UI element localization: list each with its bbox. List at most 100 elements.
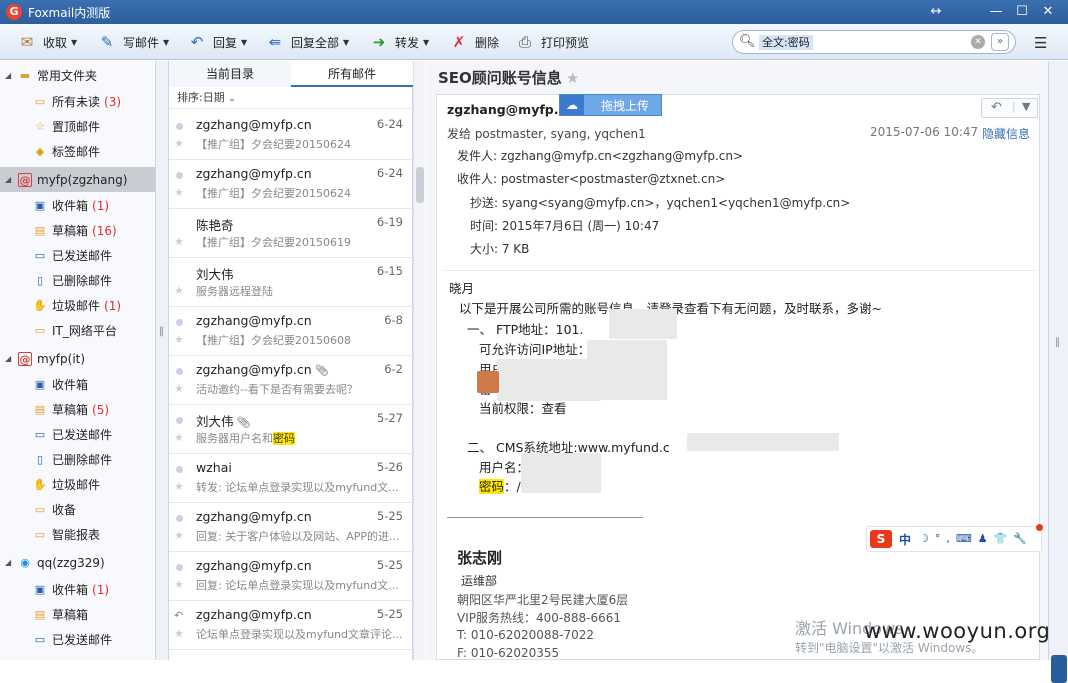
forward-button[interactable]: ➜ 转发 ▼ (368, 30, 429, 54)
star-icon[interactable]: ★ (566, 69, 579, 87)
sidebar-account-zgzhang[interactable]: ◢ @ myfp(zgzhang) (0, 167, 155, 192)
chevron-down-icon[interactable]: ▼ (163, 38, 169, 47)
list-item[interactable]: ★ 刘大伟 📎︎ 5-27 服务器用户名和密码 (169, 405, 413, 454)
list-item[interactable]: ★ zgzhang@myfp.cn 📎︎ 6-2 活动邀约--看下是否有需要去呢？ (169, 356, 413, 405)
sidebar-item-backup[interactable]: ▭ 收备 (0, 497, 155, 522)
printer-icon: ⎙ (518, 33, 531, 51)
compose-button[interactable]: ✎ 写邮件 ▼ (96, 30, 169, 54)
tab-all-mail[interactable]: 所有邮件 (291, 61, 413, 87)
unread-dot-icon (176, 417, 183, 424)
star-icon[interactable]: ★ (174, 137, 184, 150)
collapse-arrow-icon[interactable]: ◢ (5, 71, 11, 80)
hide-info-link[interactable]: 隐藏信息 (982, 125, 1030, 142)
minimize-button[interactable]: — (986, 2, 1006, 22)
mail-date: 5-25 (376, 607, 403, 621)
tab-current-folder[interactable]: 当前目录 (169, 61, 291, 87)
list-item[interactable]: ★ wzhai 5-26 转发: 论坛单点登录实现以及myfund文... (169, 454, 413, 503)
star-icon[interactable]: ★ (174, 186, 184, 199)
star-icon[interactable]: ★ (174, 529, 184, 542)
ime-toolbar[interactable]: S 中 ☽°,⌨♟👕🔧 (866, 524, 1043, 552)
expand-search-icon[interactable]: » (991, 33, 1009, 51)
sidebar-item-tagged[interactable]: ◆ 标签邮件 (0, 139, 155, 164)
chevron-down-icon[interactable]: ▼ (343, 38, 349, 47)
search-tag[interactable]: 全文:密码 (759, 35, 813, 50)
list-item[interactable]: ★ zgzhang@myfp.cn 6-8 【推广组】夕会纪要20150608 (169, 307, 413, 356)
sidebar-account-it[interactable]: ◢ @ myfp(it) (0, 346, 155, 371)
scrollbar-thumb[interactable] (416, 167, 424, 203)
reply-all-button[interactable]: ⇚ 回复全部 ▼ (264, 30, 349, 54)
list-item[interactable]: ★ zgzhang@myfp.cn 6-24 【推广组】夕会纪要20150624 (169, 111, 413, 160)
collapse-arrow-icon[interactable]: ◢ (5, 354, 11, 363)
receive-button[interactable]: ✉ 收取 ▼ (16, 30, 77, 54)
print-preview-button[interactable]: ⎙ 打印预览 (514, 30, 589, 54)
search-box[interactable]: 🔍︎ 全文:密码 ✕ » (732, 30, 1016, 54)
list-item[interactable]: ★ 陈艳奇 6-19 【推广组】夕会纪要20150619 (169, 209, 413, 258)
chevron-down-icon[interactable]: ▼ (241, 38, 247, 47)
main-menu-icon[interactable]: ☰ (1034, 34, 1047, 52)
reply-button[interactable]: ↶ 回复 ▼ (186, 30, 247, 54)
junk-icon: ✋ (33, 477, 47, 491)
star-icon[interactable]: ★ (174, 578, 184, 591)
chevron-down-icon[interactable]: ▼ (1022, 100, 1030, 113)
recipients-summary: 发给 postmaster, syang, yqchen1 (447, 127, 646, 141)
sidebar-splitter[interactable]: ‖ (155, 61, 169, 660)
sender-address[interactable]: zgzhang@myfp.cn (447, 102, 575, 117)
sidebar-item-sent[interactable]: ▭ 已发送邮件 (0, 627, 155, 652)
star-icon[interactable]: ★ (174, 235, 184, 248)
list-item[interactable]: ★ zgzhang@myfp.cn 5-25 回复: 论坛单点登录实现以及myfu… (169, 552, 413, 601)
sidebar-item-junk[interactable]: ✋ 垃圾邮件 (0, 472, 155, 497)
ime-mode-label[interactable]: 中 (899, 531, 911, 548)
sogou-logo-icon[interactable]: S (870, 530, 892, 548)
sidebar-account-qq[interactable]: ◢ ◉ qq(zzg329) (0, 550, 155, 575)
star-icon[interactable]: ★ (174, 284, 184, 297)
sidebar-item-sent[interactable]: ▭ 已发送邮件 (0, 422, 155, 447)
sidebar-item-drafts[interactable]: ▤ 草稿箱 (5) (0, 397, 155, 422)
list-item[interactable]: ★ 刘大伟 6-15 服务器远程登陆 (169, 258, 413, 307)
collapse-arrow-icon[interactable]: ◢ (5, 558, 11, 567)
clear-search-icon[interactable]: ✕ (971, 35, 985, 49)
sidebar-item-inbox[interactable]: ▣ 收件箱 (1) (0, 577, 155, 602)
collapse-arrow-icon[interactable]: ◢ (5, 175, 11, 184)
header-date: 时间: 2015年7月6日 (周一) 10:47 (470, 219, 660, 233)
sidebar-item-sent[interactable]: ▭ 已发送邮件 (0, 243, 155, 268)
reader-scrollbar[interactable]: ‖ (1048, 61, 1068, 683)
sidebar-item-reports[interactable]: ▭ 智能报表 (0, 522, 155, 547)
sidebar-item-all-unread[interactable]: ▭ 所有未读 (3) (0, 89, 155, 114)
sidebar-item-junk[interactable]: ✋ 垃圾邮件 (1) (0, 293, 155, 318)
sidebar-item-label: 已删除邮件 (52, 274, 113, 288)
star-icon[interactable]: ★ (174, 627, 184, 640)
maximize-button[interactable]: ☐ (1012, 2, 1032, 22)
mail-from: 陈艳奇 (196, 218, 234, 233)
list-item[interactable]: ★ zgzhang@myfp.cn 6-24 【推广组】夕会纪要20150624 (169, 160, 413, 209)
delete-button[interactable]: ✗ 删除 (448, 30, 499, 54)
tray-app-icon[interactable] (1051, 655, 1067, 683)
close-button[interactable]: ✕ (1038, 2, 1058, 22)
sidebar-item-drafts[interactable]: ▤ 草稿箱 (0, 602, 155, 627)
resize-icon[interactable]: ↔ (926, 2, 946, 22)
sidebar-item-it-platform[interactable]: ▭ IT_网络平台 (0, 318, 155, 343)
chevron-down-icon[interactable]: ▼ (71, 38, 77, 47)
sidebar-item-pinned[interactable]: ☆ 置顶邮件 (0, 114, 155, 139)
chevron-down-icon[interactable]: ▼ (423, 38, 429, 47)
sidebar-item-label: IT_网络平台 (52, 324, 117, 338)
sidebar-item-inbox[interactable]: ▣ 收件箱 (1) (0, 193, 155, 218)
drag-upload-button[interactable]: ☁ 拖拽上传 (559, 94, 662, 116)
list-item[interactable]: ↶ ★ zgzhang@myfp.cn 5-25 论坛单点登录实现以及myfund文… (169, 601, 413, 650)
drafts-icon: ▤ (34, 402, 46, 416)
list-item[interactable]: ★ zgzhang@myfp.cn 5-25 回复: 关于客户体验以及网站、APP… (169, 503, 413, 552)
sidebar-item-deleted[interactable]: ▯ 已删除邮件 (0, 268, 155, 293)
sort-control[interactable]: 排序:日期 ⌄ (169, 87, 413, 109)
sidebar-item-inbox[interactable]: ▣ 收件箱 (0, 372, 155, 397)
star-icon[interactable]: ★ (174, 431, 184, 444)
star-icon[interactable]: ★ (174, 382, 184, 395)
star-icon[interactable]: ★ (174, 333, 184, 346)
list-scrollbar[interactable] (413, 61, 425, 660)
sidebar-item-deleted[interactable]: ▯ 已删除邮件 (0, 447, 155, 472)
sidebar-item-label: 草稿箱 (52, 224, 89, 238)
sidebar-item-drafts[interactable]: ▤ 草稿箱 (16) (0, 218, 155, 243)
star-icon[interactable]: ★ (174, 480, 184, 493)
reply-icon[interactable]: ↶ (991, 100, 1002, 115)
sidebar-group-common[interactable]: ◢ ▬ 常用文件夹 (0, 63, 155, 88)
drafts-icon: ▤ (34, 607, 46, 621)
ime-tools-icons[interactable]: ☽°,⌨♟👕🔧 (919, 532, 1033, 545)
